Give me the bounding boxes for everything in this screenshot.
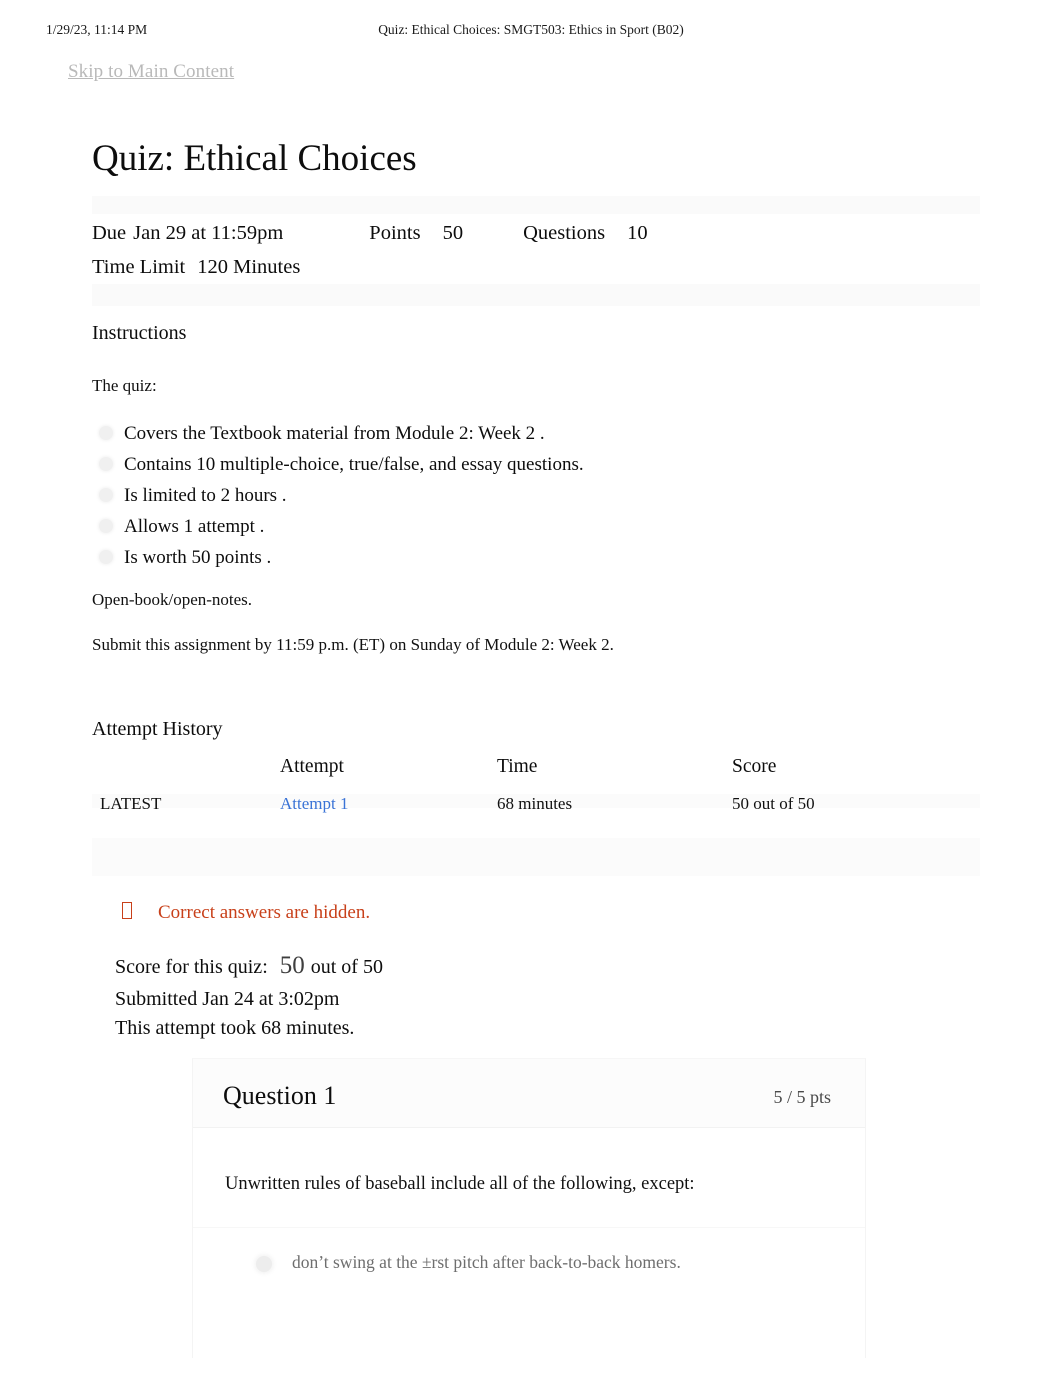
- list-item-label: Allows 1 attempt .: [124, 516, 265, 537]
- questions-value: 10: [627, 222, 648, 244]
- table-row: LATEST Attempt 1 68 minutes 50 out of 50: [92, 794, 980, 836]
- list-item: Is limited to 2 hours .: [92, 480, 852, 511]
- attempt-1-link[interactable]: Attempt 1: [280, 794, 348, 813]
- column-header-attempt: Attempt: [280, 756, 344, 777]
- column-header-score: Score: [732, 756, 777, 777]
- list-item: Contains 10 multiple-choice, true/false,…: [92, 449, 852, 480]
- radio-button-icon[interactable]: [256, 1256, 272, 1272]
- answer-option[interactable]: don’t swing at the ±rst pitch after back…: [252, 1252, 681, 1273]
- answers-hidden-label: Correct answers are hidden.: [158, 902, 371, 923]
- bullet-icon: [99, 488, 113, 502]
- bullet-icon: [99, 426, 113, 440]
- question-title: Question 1: [223, 1081, 337, 1110]
- submitted-line: Submitted Jan 24 at 3:02pm: [115, 988, 340, 1010]
- skip-to-main-content-link[interactable]: Skip to Main Content: [68, 61, 234, 83]
- time-limit-value: 120 Minutes: [197, 256, 301, 278]
- points-value: 50: [442, 222, 464, 244]
- print-page-title: Quiz: Ethical Choices: SMGT503: Ethics i…: [378, 22, 684, 37]
- attempt-duration-line: This attempt took 68 minutes.: [115, 1017, 355, 1039]
- answer-option-label: don’t swing at the ±rst pitch after back…: [292, 1252, 681, 1272]
- due-value: Jan 29 at 11:59pm: [133, 222, 284, 244]
- list-item-label: Is worth 50 points .: [124, 547, 272, 568]
- question-card: Question 1 5 / 5 pts Unwritten rules of …: [192, 1058, 866, 1358]
- page-title: Quiz: Ethical Choices: [92, 138, 417, 179]
- question-header: Question 1 5 / 5 pts: [193, 1059, 865, 1128]
- list-item: Is worth 50 points .: [92, 542, 852, 573]
- time-limit-label: Time Limit: [92, 256, 186, 278]
- table-band-2: [92, 838, 980, 876]
- attempt-history-heading: Attempt History: [92, 718, 223, 740]
- list-item: Covers the Textbook material from Module…: [92, 418, 852, 449]
- instructions-bullet-list: Covers the Textbook material from Module…: [92, 418, 852, 573]
- bullet-icon: [99, 519, 113, 533]
- list-item-label: Is limited to 2 hours .: [124, 485, 287, 506]
- bullet-icon: [99, 457, 113, 471]
- due-label: Due: [92, 222, 127, 244]
- instructions-intro: The quiz:: [92, 376, 157, 395]
- table-header-row: Attempt Time Score: [92, 756, 980, 794]
- column-header-time: Time: [497, 756, 538, 777]
- answers-hidden-notice: Correct answers are hidden.: [122, 902, 370, 924]
- tofu-box-icon: [122, 902, 132, 919]
- questions-label: Questions: [523, 222, 606, 244]
- attempt-link-cell: Attempt 1: [280, 794, 348, 813]
- quiz-meta-row-2: Time Limit 120 Minutes: [92, 250, 980, 284]
- score-label: Score for this quiz:: [115, 956, 268, 978]
- question-divider: [193, 1227, 865, 1228]
- instructions-submit-note: Submit this assignment by 11:59 p.m. (ET…: [92, 635, 614, 654]
- bullet-icon: [99, 550, 113, 564]
- meta-band-top: [92, 196, 980, 214]
- attempt-time-value: 68 minutes: [497, 794, 573, 813]
- meta-band-bottom: [92, 284, 980, 306]
- list-item-label: Covers the Textbook material from Module…: [124, 423, 545, 444]
- attempt-history-table: Attempt Time Score LATEST Attempt 1 68 m…: [92, 756, 980, 876]
- score-suffix: out of 50: [310, 956, 383, 978]
- latest-badge: LATEST: [100, 794, 162, 813]
- points-label: Points: [369, 222, 421, 244]
- question-points: 5 / 5 pts: [773, 1087, 831, 1107]
- list-item: Allows 1 attempt .: [92, 511, 852, 542]
- score-for-quiz-line: Score for this quiz: 50 out of 50: [115, 952, 383, 980]
- list-item-label: Contains 10 multiple-choice, true/false,…: [124, 454, 584, 475]
- question-prompt: Unwritten rules of baseball include all …: [225, 1174, 695, 1194]
- quiz-meta: Due Jan 29 at 11:59pm Points 50 Questions 10 …: [92, 216, 980, 284]
- print-header: 1/29/23, 11:14 PM Quiz: Ethical Choices:…: [0, 22, 1062, 44]
- instructions-open-book-note: Open-book/open-notes.: [92, 590, 253, 609]
- score-value: 50: [279, 952, 305, 979]
- instructions-heading: Instructions: [92, 322, 187, 344]
- quiz-meta-row-1: Due Jan 29 at 11:59pm Points 50 Questions 10: [92, 216, 980, 250]
- attempt-score-value: 50 out of 50: [732, 794, 815, 813]
